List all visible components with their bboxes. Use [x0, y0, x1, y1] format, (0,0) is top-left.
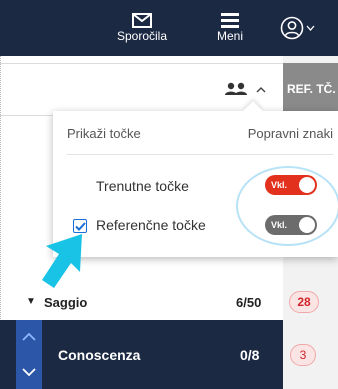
top-nav-bar: Sporočila Meni — [0, 0, 338, 56]
row-title: Saggio — [44, 295, 88, 310]
show-points-toggle-button[interactable] — [224, 78, 268, 100]
reference-points-checkbox[interactable] — [73, 219, 87, 233]
checkmark-icon — [74, 221, 86, 231]
show-points-heading: Prikaži točke — [67, 126, 141, 141]
current-points-label: Trenutne točke — [96, 178, 189, 194]
row-nav-arrows — [16, 320, 42, 389]
chevron-up-icon — [22, 333, 36, 341]
user-circle-icon — [280, 16, 303, 40]
hamburger-icon — [221, 13, 239, 28]
previous-button[interactable] — [16, 320, 42, 354]
ref-points-column-header[interactable]: REF. TČ. — [283, 63, 338, 115]
profile-button[interactable] — [272, 0, 322, 56]
popover-header: Prikaži točke Popravni znaki — [67, 124, 337, 144]
ref-points-badge: 28 — [289, 291, 319, 313]
next-button[interactable] — [16, 355, 42, 389]
chevron-down-icon — [22, 368, 36, 376]
correction-marks-heading[interactable]: Popravni znaki — [248, 126, 333, 141]
pointer-arrow-icon — [42, 234, 82, 288]
chevron-up-icon — [256, 86, 266, 92]
divider — [0, 63, 283, 64]
chevron-down-icon — [306, 25, 314, 31]
messages-button[interactable]: Sporočila — [112, 0, 172, 56]
table-row-saggio[interactable]: ▼ Saggio 6/50 28 — [0, 288, 338, 318]
envelope-icon — [132, 13, 152, 28]
app-page: Sporočila Meni REF. TČ. Prikaži točke Po… — [0, 0, 338, 389]
menu-label: Meni — [216, 29, 243, 43]
menu-button[interactable]: Meni — [208, 0, 252, 56]
row-score: 0/8 — [240, 347, 260, 363]
people-icon — [225, 82, 247, 95]
reference-points-label[interactable]: Referenčne točke — [96, 217, 206, 233]
row-score: 6/50 — [236, 295, 262, 310]
popover-divider — [67, 154, 333, 155]
messages-label: Sporočila — [116, 29, 168, 43]
row-title: Conoscenza — [58, 347, 141, 363]
expand-caret-icon[interactable]: ▼ — [26, 296, 36, 307]
table-row-conoscenza[interactable]: Conoscenza 0/8 — [0, 320, 283, 389]
ref-points-badge: 3 — [290, 344, 316, 366]
toggle-highlight-ring — [236, 166, 338, 246]
